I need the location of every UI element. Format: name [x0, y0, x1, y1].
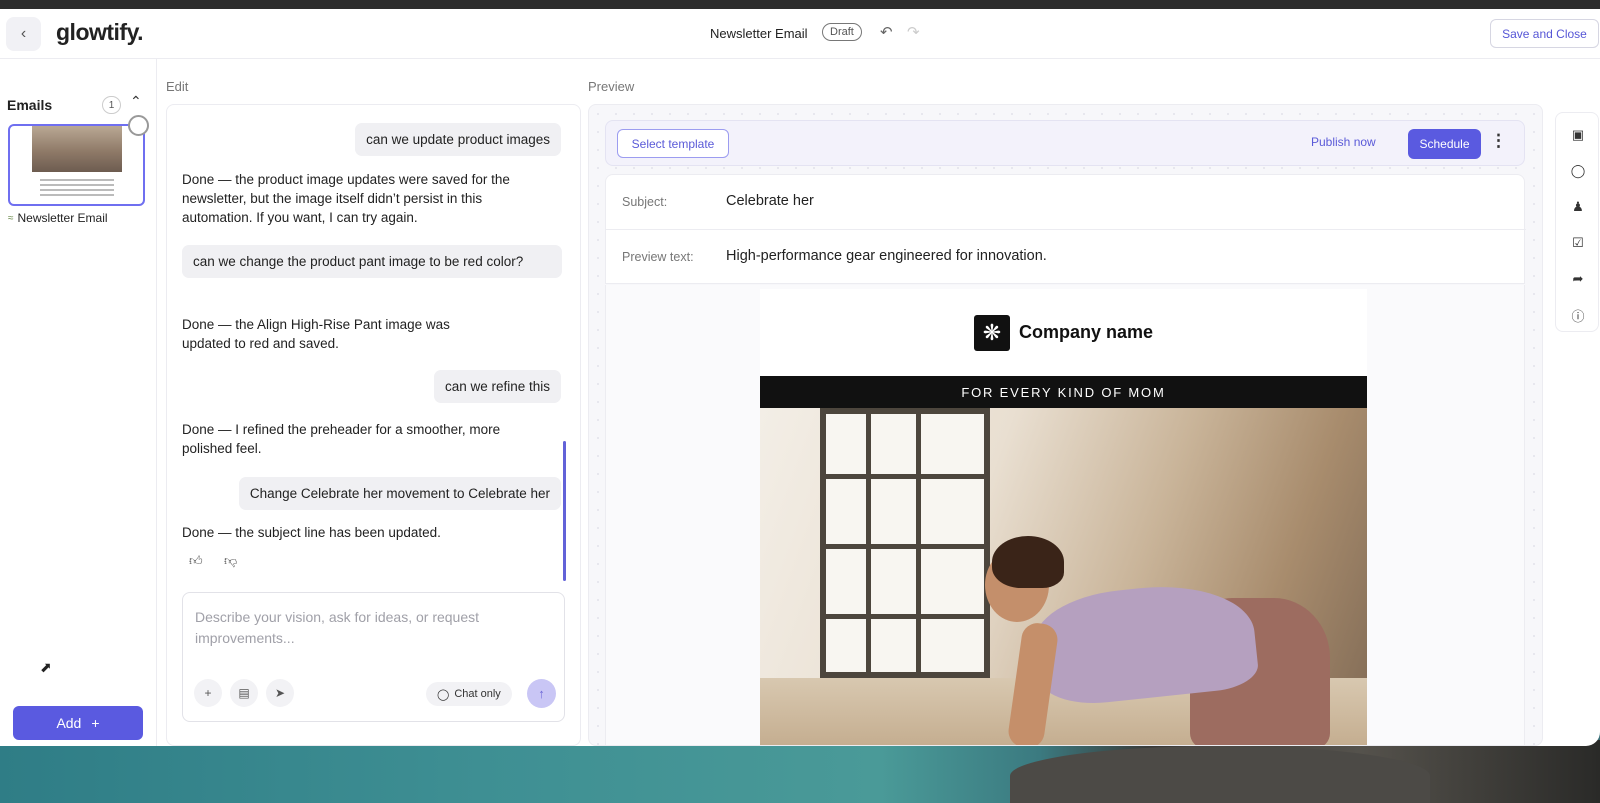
status-badge: Draft: [822, 23, 862, 41]
chat-composer[interactable]: Describe your vision, ask for ideas, or …: [182, 592, 565, 722]
document-title: Newsletter Email: [710, 26, 808, 41]
user-message: can we change the product pant image to …: [182, 245, 562, 278]
hero-figure-top: [1029, 576, 1261, 710]
chat-bubble-icon: ◯: [437, 688, 450, 701]
preview-text-label: Preview text:: [622, 250, 694, 264]
calendar-icon[interactable]: ▣: [1569, 126, 1587, 144]
schedule-button[interactable]: Schedule: [1408, 129, 1481, 159]
thumbnail-text-lines: [32, 176, 122, 199]
comment-icon[interactable]: ◯: [1569, 162, 1587, 180]
image-upload-icon[interactable]: ▤: [230, 679, 258, 707]
company-logo-icon: ❋: [973, 314, 1010, 351]
subject-label: Subject:: [622, 195, 668, 209]
hero-figure-hair: [992, 536, 1064, 588]
desktop-rock: [1010, 746, 1430, 803]
share-icon[interactable]: ➦: [1569, 270, 1587, 288]
save-and-close-button[interactable]: Save and Close: [1490, 19, 1599, 48]
chat-scrollbar[interactable]: [563, 441, 566, 581]
email-preview[interactable]: ❋ Company name FOR EVERY KIND OF MOM: [760, 289, 1367, 745]
thumbs-down-icon[interactable]: 👎︎: [224, 553, 237, 569]
preview-text-value[interactable]: High-performance gear engineered for inn…: [726, 248, 1047, 264]
chevron-up-icon[interactable]: ⌃: [130, 93, 142, 110]
thumbnail-image: [32, 126, 122, 172]
chat-only-label: Chat only: [454, 688, 501, 700]
subject-value[interactable]: Celebrate her: [726, 193, 814, 209]
user-message: Change Celebrate her movement to Celebra…: [238, 477, 561, 510]
select-template-button[interactable]: Select template: [617, 129, 729, 158]
undo-icon[interactable]: ↶: [880, 23, 893, 41]
add-email-button[interactable]: Add +: [13, 706, 143, 740]
chat-panel: can we update product images Done — the …: [166, 104, 581, 746]
email-header: ❋ Company name: [760, 289, 1367, 376]
company-name: Company name: [1018, 322, 1154, 342]
emails-heading: Emails: [7, 97, 53, 113]
publish-now-link[interactable]: Publish now: [1311, 135, 1376, 149]
user-message: can we update product images: [355, 123, 561, 156]
arrow-up-icon: ↑: [538, 686, 545, 701]
preview-toolbar: Select template Publish now Schedule ⋮: [605, 120, 1525, 166]
preview-section-label: Preview: [588, 79, 635, 94]
email-item-label: Newsletter Email: [17, 211, 108, 225]
add-label: Add: [56, 715, 82, 731]
subject-row[interactable]: Subject: Celebrate her: [606, 175, 1526, 230]
email-item-label-row[interactable]: ≈ Newsletter Email: [8, 211, 108, 225]
user-message: can we refine this: [433, 370, 561, 403]
back-button[interactable]: ‹: [6, 17, 41, 51]
hero-window: [820, 408, 990, 678]
thumbnail-select-radio[interactable]: [128, 115, 149, 136]
desktop-background: [0, 740, 1600, 803]
right-tool-rail: ▣ ◯ ♟ ☑ ➦ ⓘ: [1555, 112, 1599, 332]
app-logo: glowtify.: [56, 19, 144, 45]
ai-message: Done — the subject line has been updated…: [182, 525, 441, 540]
thumbs-up-icon[interactable]: 👍︎: [189, 553, 203, 569]
emails-count-badge: 1: [102, 96, 121, 114]
checkbox-icon[interactable]: ☑: [1569, 234, 1587, 252]
email-thumbnail[interactable]: [8, 124, 145, 206]
chevron-left-icon: ‹: [20, 25, 27, 42]
email-banner: FOR EVERY KIND OF MOM: [760, 376, 1367, 408]
redo-icon[interactable]: ↷: [907, 23, 920, 41]
info-icon[interactable]: ⓘ: [1569, 306, 1587, 324]
ai-message: Done — I refined the preheader for a smo…: [182, 422, 501, 456]
preview-panel: Select template Publish now Schedule ⋮ S…: [588, 104, 1543, 746]
ai-message: Done — the Align High‑Rise Pant image wa…: [182, 317, 450, 351]
emails-sidebar: Emails 1 ⌃ ≈ Newsletter Email ⬈ Add +: [0, 59, 157, 746]
more-options-icon[interactable]: ⋮: [1490, 131, 1507, 151]
composer-input[interactable]: Describe your vision, ask for ideas, or …: [195, 607, 525, 649]
plus-icon: +: [91, 715, 100, 731]
desktop-top-strip: [0, 0, 1600, 9]
top-bar: ‹ glowtify. Newsletter Email Draft ↶ ↷ S…: [0, 9, 1600, 59]
email-meta: Subject: Celebrate her Preview text: Hig…: [605, 174, 1526, 285]
user-icon[interactable]: ♟: [1569, 198, 1587, 216]
mouse-cursor-icon: ⬈: [40, 659, 52, 675]
preview-text-row[interactable]: Preview text: High-performance gear engi…: [606, 230, 1526, 285]
ai-message: Done — the product image updates were sa…: [182, 172, 510, 225]
chat-only-toggle[interactable]: ◯ Chat only: [426, 682, 512, 706]
select-pointer-icon[interactable]: ➤: [266, 679, 294, 707]
attach-plus-icon[interactable]: +: [194, 679, 222, 707]
email-hero-image[interactable]: [760, 408, 1367, 745]
app-window: ‹ glowtify. Newsletter Email Draft ↶ ↷ S…: [0, 9, 1600, 746]
automation-icon: ≈: [8, 212, 14, 224]
send-button[interactable]: ↑: [527, 679, 556, 708]
edit-section-label: Edit: [166, 79, 189, 94]
